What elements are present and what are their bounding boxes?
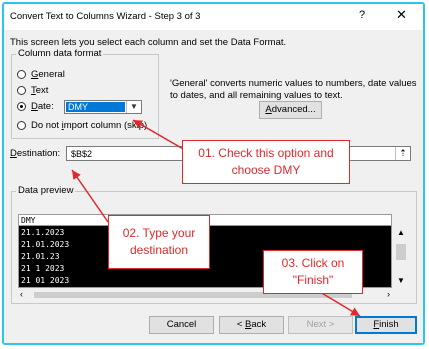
callout-step-1-line2: choose DMY [231,163,301,177]
callout-step-2-line2: destination [129,243,189,257]
callout-step-3-line2: "Finish" [292,273,334,287]
callout-step-2: 02. Type your destination [108,215,210,269]
arrow-to-date-option [132,119,186,151]
callout-step-1: 01. Check this option and choose DMY [182,140,350,184]
arrow-to-finish [319,291,361,317]
callout-step-3: 03. Click on "Finish" [263,250,363,294]
arrow-to-destination [71,169,109,223]
callout-step-1-line1: 01. Check this option and [198,146,334,160]
callout-step-2-line1: 02. Type your [122,226,196,240]
callout-step-3-line1: 03. Click on [281,256,345,270]
